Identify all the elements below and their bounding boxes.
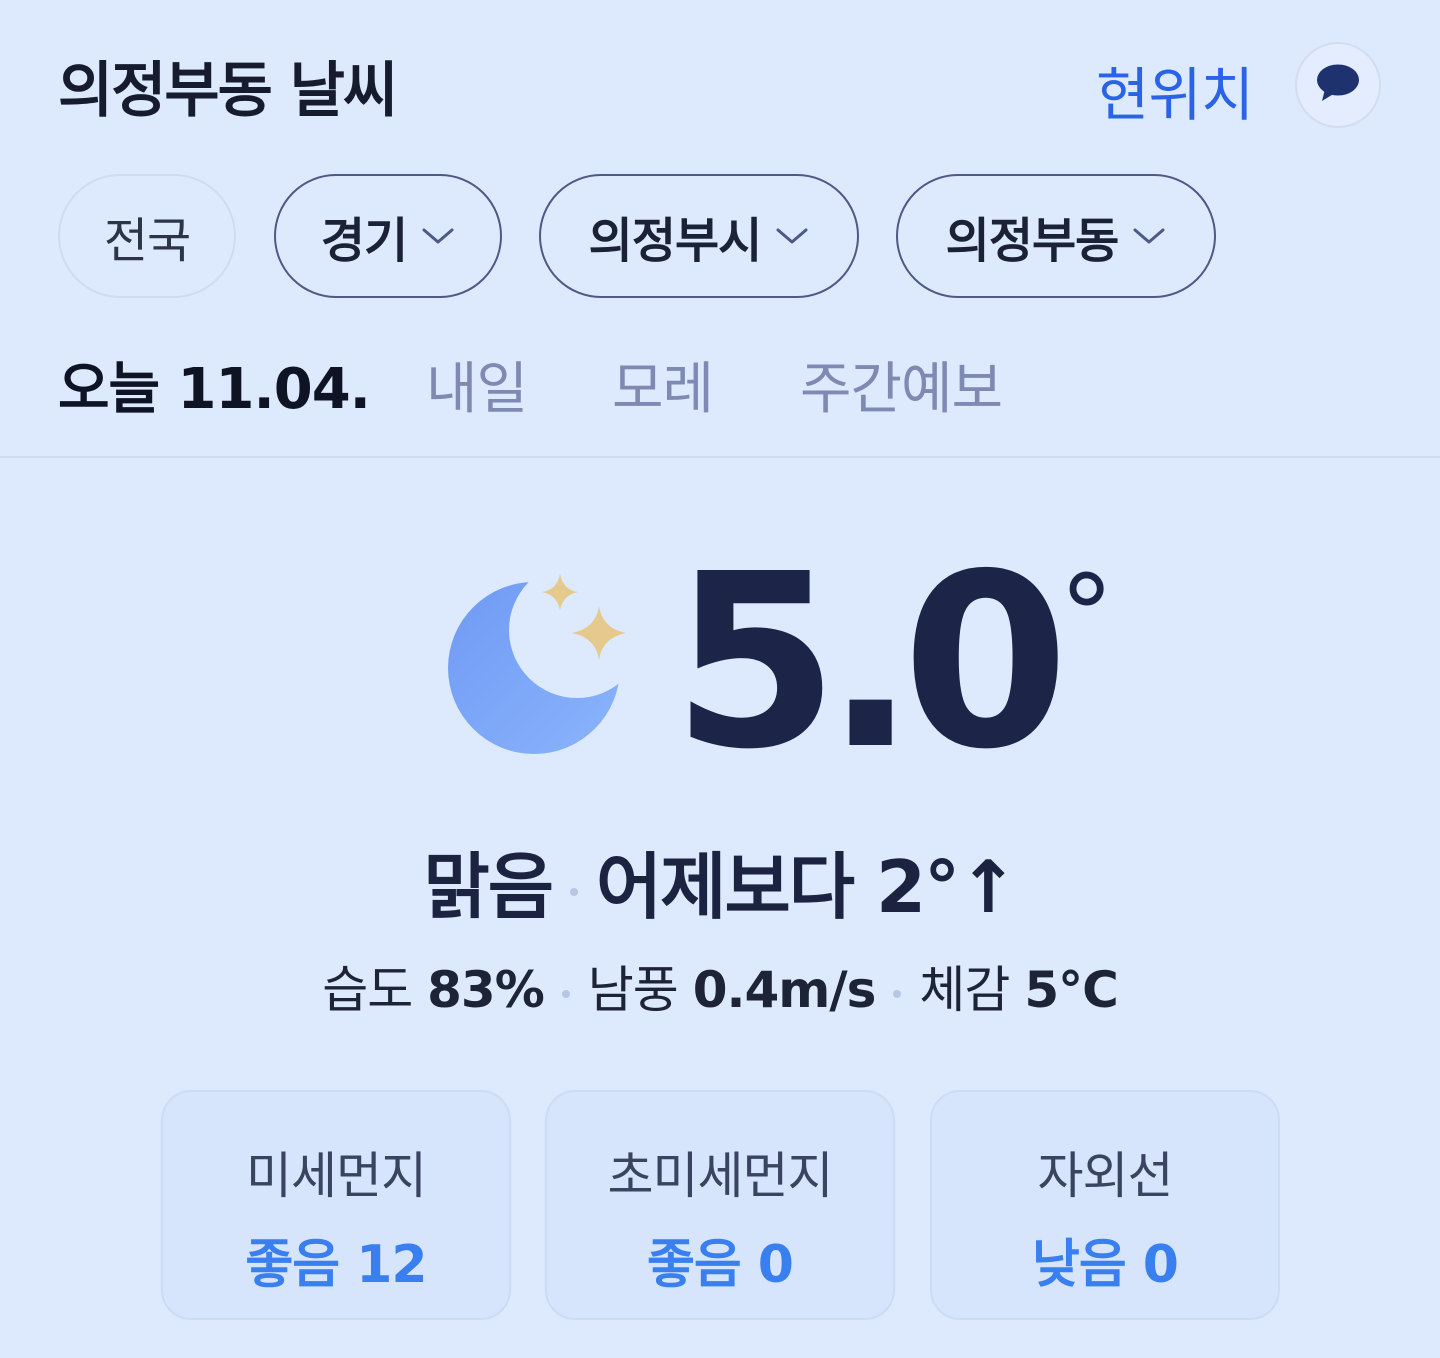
chevron-down-icon [1132,226,1166,246]
region-chip-dong[interactable]: 의정부동 [896,174,1216,298]
chat-bubble-icon [1315,63,1361,107]
feels-like-value: 5°C [1024,961,1118,1019]
chevron-down-icon [775,226,809,246]
region-chip-city[interactable]: 의정부시 [539,174,859,298]
degree-symbol: ° [1059,551,1115,679]
tab-weekly-forecast[interactable]: 주간예보 [800,344,1003,425]
separator-dot [561,989,570,998]
wind-value: 0.4m/s [692,961,877,1019]
moon-stars-icon [442,570,632,760]
weather-details: 습도 83% 남풍 0.4m/s 체감 5°C [0,950,1440,1022]
ultrafine-dust-card[interactable]: 초미세먼지 좋음 0 [545,1090,895,1320]
current-location-button[interactable]: 현위치 [1096,48,1254,132]
weather-summary: 맑음 어제보다 2°↑ [0,828,1440,933]
region-chip-nationwide[interactable]: 전국 [58,174,236,298]
region-chip-label: 의정부동 [945,213,1120,269]
separator-dot [570,888,579,897]
uv-index-value: 낮음 0 [1032,1235,1179,1295]
ultrafine-dust-value: 좋음 0 [647,1235,794,1295]
tab-today[interactable]: 오늘 11.04. [58,344,371,425]
ultrafine-dust-label: 초미세먼지 [607,1147,834,1205]
current-temperature: 5.0° [672,542,1114,782]
fine-dust-label: 미세먼지 [246,1147,427,1205]
humidity-label: 습도 [322,961,413,1019]
region-chip-label: 경기 [320,213,408,269]
humidity-value: 83% [427,961,545,1019]
fine-dust-card[interactable]: 미세먼지 좋음 12 [161,1090,511,1320]
region-chip-province[interactable]: 경기 [274,174,502,298]
wind-label: 남풍 [587,961,679,1019]
uv-index-card[interactable]: 자외선 낮음 0 [930,1090,1280,1320]
uv-index-label: 자외선 [1037,1147,1174,1205]
region-chip-label: 전국 [103,213,191,269]
page-title: 의정부동 날씨 [58,56,398,126]
temperature-value: 5.0 [672,522,1069,802]
divider [0,456,1440,458]
region-chip-label: 의정부시 [588,213,763,269]
comparison-text: 어제보다 2°↑ [596,845,1018,929]
chevron-down-icon [421,226,455,246]
condition-text: 맑음 [423,845,554,929]
tab-tomorrow[interactable]: 내일 [426,344,528,425]
fine-dust-value: 좋음 12 [245,1235,427,1295]
chat-button[interactable] [1295,42,1381,128]
tab-day-after-tomorrow[interactable]: 모레 [612,344,714,425]
separator-dot [893,989,902,998]
feels-like-label: 체감 [919,961,1010,1019]
